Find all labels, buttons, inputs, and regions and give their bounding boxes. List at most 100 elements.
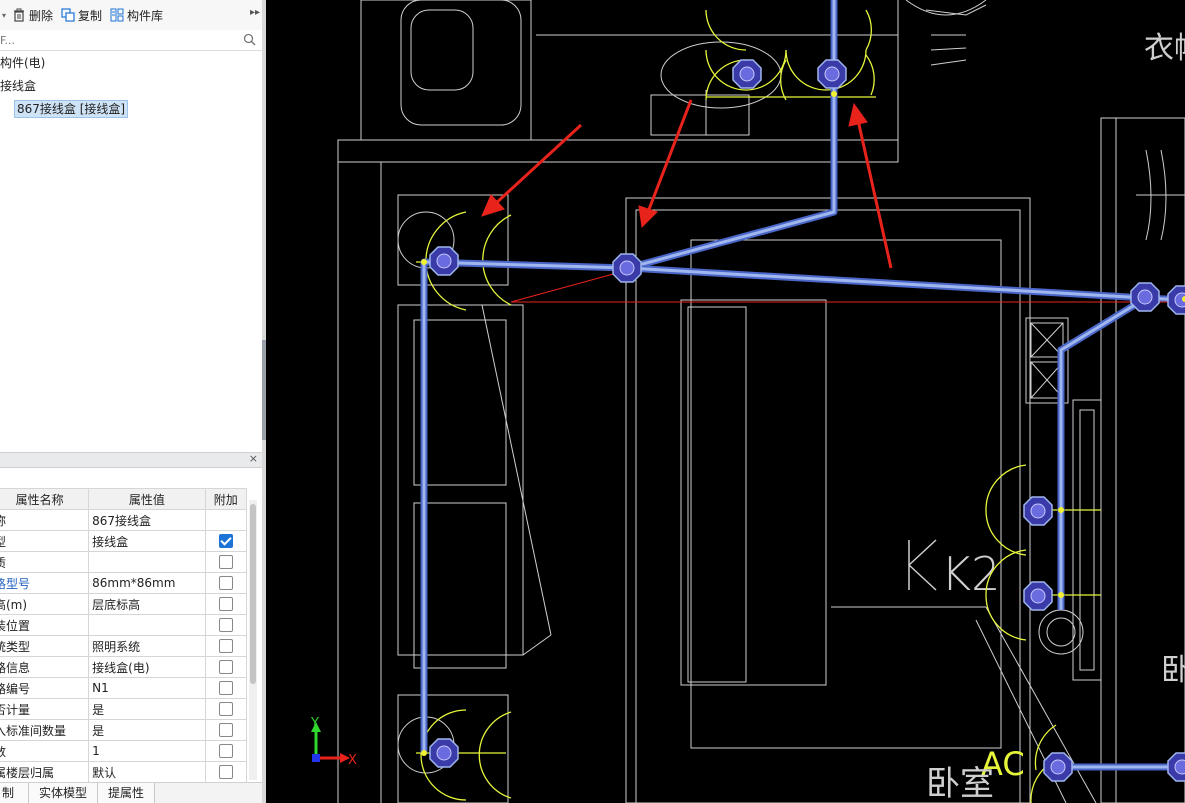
tree-item-junction-box[interactable]: 接线盒 [0, 75, 262, 98]
property-name: 否计量 [0, 698, 90, 720]
component-tree: 构件(电) 接线盒 867接线盒 [接线盒] [0, 52, 262, 121]
tree-item-867-junction-box[interactable]: 867接线盒 [接线盒] [0, 98, 262, 121]
delete-label: 删除 [29, 8, 54, 23]
additional-checkbox[interactable] [218, 555, 233, 570]
cad-drawing: K2 AC 卧室 衣帽 卧 [310, 0, 1185, 803]
property-name: 型 [0, 530, 90, 552]
junction-box[interactable] [1023, 496, 1053, 526]
junction-box[interactable] [1167, 752, 1185, 782]
property-row[interactable]: 入标准间数量是 [0, 719, 247, 741]
properties-scrollbar[interactable] [249, 500, 257, 780]
junction-box[interactable] [732, 59, 762, 89]
property-row[interactable]: 格型号86mm*86mm [0, 572, 247, 594]
junction-box[interactable] [429, 738, 459, 768]
property-row[interactable]: 路信息接线盒(电) [0, 656, 247, 678]
property-value[interactable]: 86mm*86mm [88, 572, 206, 594]
property-value[interactable]: 接线盒 [88, 530, 206, 552]
property-additional [204, 593, 247, 615]
search-icon[interactable] [243, 33, 256, 46]
red-annotation-arrows [481, 99, 893, 269]
dropdown-button[interactable]: ▾ [0, 3, 8, 27]
additional-checkbox[interactable] [218, 618, 233, 633]
tab-solid-model[interactable]: 实体模型 [29, 783, 99, 803]
axis-y-label: Y [310, 716, 319, 731]
property-row[interactable]: 属楼层归属 默认 [0, 761, 247, 783]
property-value[interactable]: 层底标高 [88, 593, 206, 615]
property-additional [204, 698, 247, 720]
additional-checkbox[interactable] [218, 681, 233, 696]
additional-checkbox[interactable] [218, 576, 233, 591]
additional-checkbox[interactable] [218, 744, 233, 759]
scrollbar-thumb[interactable] [250, 504, 256, 684]
copy-button[interactable]: 复制 [57, 3, 106, 27]
additional-checkbox[interactable] [218, 534, 233, 549]
header-property-name: 属性名称 [0, 488, 90, 510]
property-row[interactable]: 称867接线盒 [0, 509, 247, 531]
property-value[interactable] [88, 551, 206, 573]
additional-checkbox[interactable] [218, 702, 233, 717]
property-row[interactable]: 路编号N1 [0, 677, 247, 699]
room-label: 卧室 [926, 764, 994, 803]
copy-icon [61, 8, 75, 22]
property-name: 称 [0, 509, 90, 531]
property-name: 入标准间数量 [0, 719, 90, 741]
property-row[interactable]: 质 [0, 551, 247, 573]
junction-box[interactable] [1130, 282, 1160, 312]
junction-box[interactable] [612, 253, 642, 283]
delete-button[interactable]: 删除 [8, 3, 57, 27]
junction-box[interactable] [1023, 581, 1053, 611]
property-name: 高(m) [0, 593, 90, 615]
cad-canvas[interactable]: K2 AC 卧室 衣帽 卧 [266, 0, 1185, 803]
property-row[interactable]: 装位置 [0, 614, 247, 636]
chevron-down-icon: ▾ [2, 10, 7, 20]
property-row[interactable]: 否计量是 [0, 698, 247, 720]
search-input[interactable] [0, 32, 238, 49]
property-value[interactable]: 867接线盒 [88, 509, 206, 531]
toolbar-overflow-icon[interactable]: ▸▸ [250, 7, 260, 18]
additional-checkbox[interactable] [218, 660, 233, 675]
property-value[interactable]: 照明系统 [88, 635, 206, 657]
property-value[interactable]: 1 [88, 740, 206, 762]
close-icon[interactable]: × [249, 452, 258, 465]
property-name: 路编号 [0, 677, 90, 699]
property-value[interactable]: 是 [88, 719, 206, 741]
additional-checkbox[interactable] [218, 639, 233, 654]
property-additional [204, 761, 247, 783]
property-row[interactable]: 型接线盒 [0, 530, 247, 552]
search-bar [0, 30, 262, 51]
additional-checkbox[interactable] [218, 765, 233, 780]
junction-box[interactable] [429, 246, 459, 276]
wardrobe-label: 衣帽 [1144, 31, 1185, 66]
property-name: 属楼层归属 [0, 761, 90, 783]
property-row[interactable]: 数1 [0, 740, 247, 762]
property-additional [204, 719, 247, 741]
property-additional [204, 509, 247, 531]
property-row[interactable]: 高(m)层底标高 [0, 593, 247, 615]
property-name: 质 [0, 551, 90, 573]
property-value[interactable]: 是 [88, 698, 206, 720]
tree-item-category[interactable]: 构件(电) [0, 52, 262, 75]
property-additional [204, 551, 247, 573]
property-value[interactable] [88, 614, 206, 636]
tab-draw[interactable]: 制 [0, 783, 30, 803]
left-panel: ▾ 删除 复制 构件库 ▸▸ 构件(电) 接线盒 867接线盒 [接线盒] × … [0, 0, 262, 803]
property-value[interactable]: N1 [88, 677, 206, 699]
properties-header-row: 属性名称 属性值 附加 [0, 488, 247, 510]
connection-points [421, 91, 1185, 756]
property-row[interactable]: 统类型照明系统 [0, 635, 247, 657]
property-additional [204, 656, 247, 678]
header-additional: 附加 [204, 488, 247, 510]
tab-extract-properties[interactable]: 提属性 [98, 783, 156, 803]
light-switch-symbols [416, 9, 1101, 803]
additional-checkbox[interactable] [218, 597, 233, 612]
property-additional [204, 635, 247, 657]
junction-box[interactable] [817, 59, 847, 89]
junction-box[interactable] [1043, 752, 1073, 782]
property-additional [204, 740, 247, 762]
additional-checkbox[interactable] [218, 723, 233, 738]
component-library-button[interactable]: 构件库 [106, 3, 167, 27]
property-additional [204, 677, 247, 699]
property-value[interactable]: 默认 [88, 761, 206, 783]
tree-item-label: 接线盒 [0, 79, 37, 93]
property-value[interactable]: 接线盒(电) [88, 656, 206, 678]
